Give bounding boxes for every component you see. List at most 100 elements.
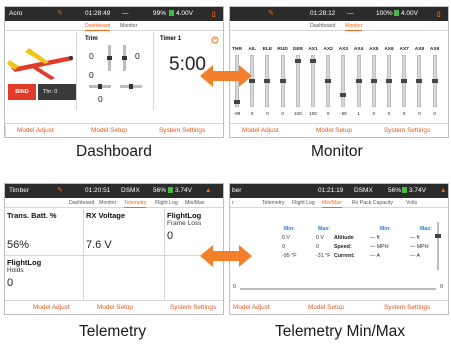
channel-position: [310, 59, 316, 63]
signal-indicator: —: [347, 10, 354, 17]
min-header: Min:: [284, 226, 295, 232]
tab-partial[interactable]: r: [232, 200, 234, 206]
speaker-icon[interactable]: ▯: [212, 10, 216, 18]
channel-label: AX3: [338, 47, 349, 52]
status-bar: Timber ✎ 01:20:51 DSMX 56% 3.74V ▲: [5, 184, 223, 198]
channel-label: AX8: [414, 47, 425, 52]
trim-slider-bottom-left[interactable]: [89, 84, 111, 89]
bottom-nav: Model Adjust Model Setup System Settings: [5, 300, 223, 314]
model-adjust-button[interactable]: Model Adjust: [233, 304, 270, 311]
tab-bar: r Telemetry Flight Log Min/Max Rx Pack C…: [230, 198, 448, 208]
trim-slider-left[interactable]: [107, 45, 112, 71]
rx-voltage-cell[interactable]: RX Voltage 7.6 V: [84, 209, 165, 256]
flightlog-holds-cell[interactable]: FlightLog Holds 0: [5, 256, 84, 302]
edit-icon[interactable]: ✎: [268, 9, 274, 17]
tab-telemetry[interactable]: Telemetry: [124, 200, 147, 208]
channel-bar: [355, 55, 362, 107]
model-setup-button[interactable]: Model Setup: [97, 304, 133, 311]
double-arrow-icon: [200, 65, 252, 87]
channel-label: AX1: [308, 47, 318, 52]
max-header: Max:: [420, 226, 433, 232]
system-settings-button[interactable]: System Settings: [159, 127, 205, 134]
channel-value: 0: [266, 111, 269, 116]
model-setup-button[interactable]: Model Setup: [316, 127, 352, 134]
voltage: 3.74V: [409, 187, 426, 194]
channel-position: [234, 100, 240, 104]
channel-value: 0: [250, 111, 254, 116]
tab-rx-pack-capacity[interactable]: Rx Pack Capacity: [352, 200, 393, 206]
status-bar: ✎ 01:28:12 — 100% 4.00V ▯: [230, 7, 448, 21]
max-value: 0 V: [316, 235, 324, 241]
channel-value: 0: [433, 111, 436, 116]
tab-monitor[interactable]: Monitor: [345, 23, 363, 31]
channel-position: [431, 79, 438, 83]
tab-monitor[interactable]: Monitor: [99, 200, 116, 206]
horizontal-slider[interactable]: [240, 288, 436, 290]
row-label: Altitude: [334, 235, 354, 241]
row-label: Speed:: [334, 244, 352, 250]
trans-batt-cell[interactable]: Trans. Batt. % 56%: [5, 209, 84, 256]
voltage: 4.00V: [401, 10, 418, 17]
timer-icon[interactable]: [211, 36, 219, 44]
telemetry-minmax-screen: ber 01:21:19 DSMX 56% 3.74V ▲ r Telemetr…: [229, 183, 449, 315]
clock: 01:28:12: [310, 10, 336, 17]
model-name: ber: [232, 187, 242, 194]
throttle-readout: Thr: 0: [38, 84, 76, 100]
channel-position: [325, 79, 332, 83]
battery-percent: 56%: [153, 187, 167, 194]
tab-flight-log[interactable]: Flight Log: [155, 200, 178, 206]
channel-value: 1: [357, 111, 360, 116]
telemetry-screen: Timber ✎ 01:20:51 DSMX 56% 3.74V ▲ Dashb…: [4, 183, 224, 315]
tab-volts[interactable]: Volts: [406, 200, 417, 206]
channel-label: AX2: [323, 47, 333, 52]
trim-value-4: 0: [98, 94, 103, 104]
min-value: — MPH: [370, 244, 389, 250]
battery-percent: 100%: [376, 10, 393, 17]
trim-value-3: 0: [89, 70, 94, 80]
max-value: -31 °F: [316, 253, 331, 259]
system-settings-button[interactable]: System Settings: [384, 304, 430, 311]
tab-flight-log[interactable]: Flight Log: [292, 200, 315, 206]
status-bar: ber 01:21:19 DSMX 56% 3.74V ▲: [230, 184, 448, 198]
channel-label: AX9: [429, 47, 440, 52]
bind-button[interactable]: BIND: [8, 84, 36, 100]
edit-icon[interactable]: ✎: [57, 9, 63, 17]
max-value: 0: [316, 244, 319, 250]
channel-bar: [264, 55, 271, 107]
system-settings-button[interactable]: System Settings: [384, 127, 430, 134]
trans-batt-title: Trans. Batt. %: [7, 211, 57, 220]
max-value: — ft: [410, 235, 420, 241]
battery-icon: [394, 10, 400, 17]
channel-position: [294, 59, 301, 63]
battery-icon: [168, 187, 174, 194]
vertical-scrollbar[interactable]: [437, 222, 439, 270]
tab-dashboard[interactable]: Dashboard: [85, 23, 111, 31]
min-header: Min:: [380, 226, 391, 232]
model-setup-button[interactable]: Model Setup: [308, 304, 344, 311]
channel-label: AIL: [248, 47, 257, 52]
trim-slider-right[interactable]: [122, 45, 127, 71]
edit-icon[interactable]: ✎: [57, 186, 63, 194]
system-settings-button[interactable]: System Settings: [170, 304, 216, 311]
tab-dashboard[interactable]: Dashboard: [69, 200, 94, 206]
tab-min-max[interactable]: Min/Max: [185, 200, 205, 206]
channel-position: [386, 79, 392, 83]
scroll-thumb[interactable]: [435, 234, 441, 238]
tab-telemetry[interactable]: Telemetry: [262, 200, 284, 206]
tab-monitor[interactable]: Monitor: [120, 23, 137, 29]
flightlog-subtitle: Holds: [7, 267, 24, 274]
speaker-icon[interactable]: ▯: [437, 10, 441, 18]
model-adjust-button[interactable]: Model Adjust: [33, 304, 70, 311]
bottom-nav: Model Adjust Model Setup System Settings: [5, 123, 223, 137]
trim-slider-bottom-right[interactable]: [120, 84, 142, 89]
channel-label: AX4: [353, 47, 364, 52]
channel-label: AX6: [384, 47, 394, 52]
model-setup-button[interactable]: Model Setup: [91, 127, 127, 134]
model-adjust-button[interactable]: Model Adjust: [242, 127, 279, 134]
channel-value: -99: [233, 111, 241, 116]
model-adjust-button[interactable]: Model Adjust: [17, 127, 54, 134]
tab-min-max[interactable]: Min/Max: [322, 200, 342, 208]
tab-dashboard[interactable]: Dashboard: [310, 23, 335, 29]
holds-value: 0: [7, 277, 14, 289]
battery-icon: [402, 187, 408, 194]
